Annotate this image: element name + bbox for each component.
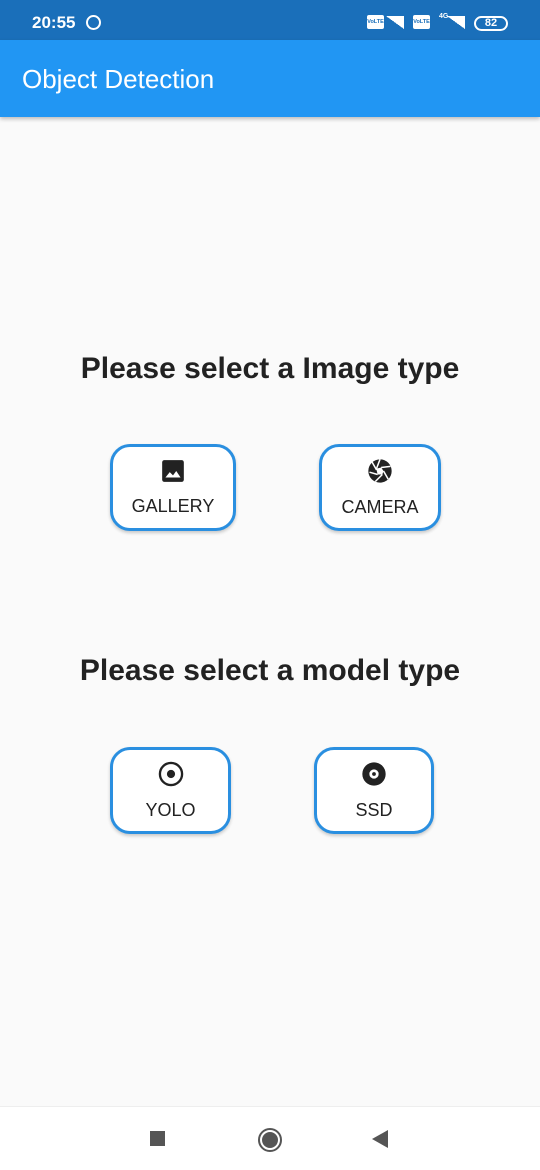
alarm-icon	[86, 15, 101, 30]
camera-button[interactable]: CAMERA	[319, 444, 441, 531]
status-bar: 20:55 VoLTE VoLTE 4G 82	[0, 0, 540, 40]
home-button[interactable]	[258, 1128, 282, 1152]
signal-icon	[447, 16, 465, 29]
gallery-label: GALLERY	[131, 496, 215, 516]
image-icon	[162, 460, 184, 482]
model-type-heading: Please select a model type	[79, 654, 461, 687]
app-bar: Object Detection	[0, 40, 540, 117]
camera-shutter-icon	[368, 459, 392, 483]
image-type-heading: Please select a Image type	[80, 352, 460, 385]
yolo-label: YOLO	[145, 800, 196, 820]
gallery-button[interactable]: GALLERY	[110, 444, 236, 531]
radio-target-icon	[158, 761, 183, 787]
recents-button[interactable]	[150, 1131, 165, 1146]
ssd-button[interactable]: SSD	[314, 747, 434, 834]
home-dot	[262, 1132, 278, 1148]
app-title: Object Detection	[22, 64, 215, 94]
battery-indicator: 82	[474, 16, 508, 31]
volte-badge-2: VoLTE	[413, 15, 430, 29]
ssd-label: SSD	[355, 800, 393, 820]
volte-badge-1: VoLTE	[367, 15, 384, 29]
back-button[interactable]	[372, 1130, 388, 1148]
camera-label: CAMERA	[341, 497, 419, 517]
disc-icon	[362, 762, 386, 786]
yolo-button[interactable]: YOLO	[110, 747, 231, 834]
signal-icon	[386, 16, 404, 29]
status-time: 20:55	[32, 13, 76, 32]
navigation-bar	[0, 1106, 540, 1170]
